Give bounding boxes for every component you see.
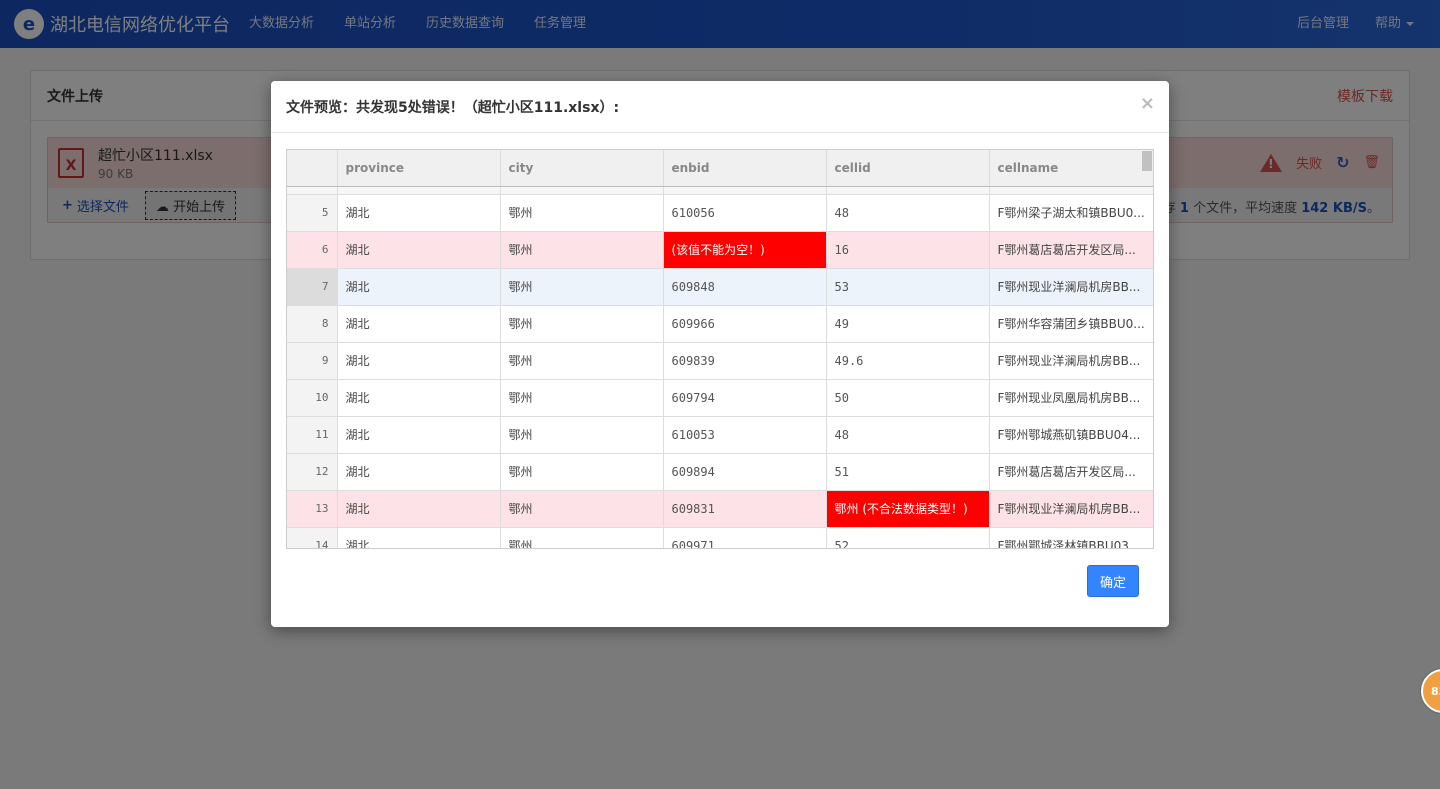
row-index: 13 — [287, 490, 338, 528]
cell-province[interactable]: 湖北 — [337, 268, 501, 306]
cell-province[interactable]: 湖北 — [337, 379, 501, 417]
cell-cellname[interactable]: F鄂州梁子湖太和镇BBU0... — [989, 194, 1153, 232]
row-index: 10 — [287, 379, 338, 417]
cell-enbid[interactable]: 609794 — [663, 379, 827, 417]
col-header-enbid[interactable]: enbid — [663, 150, 827, 187]
cell-province[interactable]: 湖北 — [337, 416, 501, 454]
cell-cellid[interactable]: 53 — [826, 268, 990, 306]
cell-enbid[interactable]: 609848 — [663, 268, 827, 306]
col-header-cellid[interactable]: cellid — [826, 150, 990, 187]
file-preview-modal: 文件预览：共发现5处错误！（超忙小区111.xlsx）: × province … — [271, 81, 1169, 627]
cell-cellid[interactable]: 48 — [826, 416, 990, 454]
table-row-selected[interactable]: 7 湖北 鄂州 609848 53 F鄂州现业洋澜局机房BB... — [287, 268, 1153, 306]
cell-city[interactable]: 鄂州 — [500, 268, 664, 306]
cell-cellname[interactable]: F鄂州鄂城泽林镇BBU03... — [989, 527, 1153, 548]
cell-cellid[interactable]: 49.6 — [826, 342, 990, 380]
row-index: 5 — [287, 194, 338, 232]
confirm-button[interactable]: 确定 — [1087, 565, 1139, 597]
cell-cellname[interactable]: F鄂州葛店葛店开发区局... — [989, 231, 1153, 269]
cell-enbid[interactable]: 610053 — [663, 416, 827, 454]
table-header-row: province city enbid cellid cellname — [287, 150, 1153, 187]
row-index: 7 — [287, 268, 338, 306]
cell-city[interactable]: 鄂州 — [500, 453, 664, 491]
cell-province[interactable]: 湖北 — [337, 194, 501, 232]
cell-enbid[interactable]: 609831 — [663, 490, 827, 528]
cell-cellname[interactable]: F鄂州现业凤凰局机房BB... — [989, 379, 1153, 417]
table-row[interactable]: 8 湖北 鄂州 609966 49 F鄂州华容蒲团乡镇BBU0... — [287, 305, 1153, 343]
cell-enbid[interactable]: 610056 — [663, 194, 827, 232]
col-header-province[interactable]: province — [337, 150, 501, 187]
cell-enbid[interactable]: 609894 — [663, 453, 827, 491]
cell-cellname[interactable]: F鄂州现业洋澜局机房BB... — [989, 268, 1153, 306]
cell-cellname[interactable]: F鄂州鄂城燕矶镇BBU04... — [989, 416, 1153, 454]
table-row[interactable]: 9 湖北 鄂州 609839 49.6 F鄂州现业洋澜局机房BB... — [287, 342, 1153, 380]
table-row-error[interactable]: 13 湖北 鄂州 609831 鄂州 (不合法数据类型！) F鄂州现业洋澜局机房… — [287, 490, 1153, 528]
cell-city[interactable]: 鄂州 — [500, 490, 664, 528]
cell-province[interactable]: 湖北 — [337, 305, 501, 343]
row-index: 14 — [287, 527, 338, 548]
cell-city[interactable]: 鄂州 — [500, 194, 664, 232]
cell-province[interactable]: 湖北 — [337, 342, 501, 380]
cell-province[interactable]: 湖北 — [337, 231, 501, 269]
close-icon[interactable]: × — [1140, 93, 1155, 114]
cell-cellid[interactable]: 48 — [826, 194, 990, 232]
preview-table: province city enbid cellid cellname 5 湖北… — [287, 150, 1153, 548]
table-row[interactable]: 14 湖北 鄂州 609971 52 F鄂州鄂城泽林镇BBU03... — [287, 527, 1153, 548]
cell-city[interactable]: 鄂州 — [500, 342, 664, 380]
row-index: 8 — [287, 305, 338, 343]
cell-cellid[interactable]: 49 — [826, 305, 990, 343]
cell-cellname[interactable]: F鄂州葛店葛店开发区局... — [989, 453, 1153, 491]
row-index: 11 — [287, 416, 338, 454]
cell-city[interactable]: 鄂州 — [500, 379, 664, 417]
col-header-city[interactable]: city — [500, 150, 664, 187]
table-row[interactable]: 12 湖北 鄂州 609894 51 F鄂州葛店葛店开发区局... — [287, 453, 1153, 491]
row-index: 12 — [287, 453, 338, 491]
cell-cellid[interactable]: 50 — [826, 379, 990, 417]
cell-city[interactable]: 鄂州 — [500, 231, 664, 269]
cell-province[interactable]: 湖北 — [337, 453, 501, 491]
cell-enbid[interactable]: 609971 — [663, 527, 827, 548]
cell-enbid-error[interactable]: (该值不能为空！) — [663, 231, 827, 269]
scrollbar-thumb[interactable] — [1142, 151, 1152, 171]
cell-cellid[interactable]: 52 — [826, 527, 990, 548]
cell-cellname[interactable]: F鄂州华容蒲团乡镇BBU0... — [989, 305, 1153, 343]
cell-enbid[interactable]: 609839 — [663, 342, 827, 380]
cell-city[interactable]: 鄂州 — [500, 305, 664, 343]
col-header-index — [287, 150, 338, 187]
cell-cellname[interactable]: F鄂州现业洋澜局机房BB... — [989, 342, 1153, 380]
cell-city[interactable]: 鄂州 — [500, 416, 664, 454]
cell-province[interactable]: 湖北 — [337, 527, 501, 548]
table-row[interactable]: 10 湖北 鄂州 609794 50 F鄂州现业凤凰局机房BB... — [287, 379, 1153, 417]
table-row[interactable]: 5 湖北 鄂州 610056 48 F鄂州梁子湖太和镇BBU0... — [287, 194, 1153, 232]
col-header-cellname[interactable]: cellname — [989, 150, 1153, 187]
preview-table-container[interactable]: province city enbid cellid cellname 5 湖北… — [286, 149, 1154, 549]
cell-enbid[interactable]: 609966 — [663, 305, 827, 343]
modal-title: 文件预览：共发现5处错误！（超忙小区111.xlsx）: — [286, 99, 620, 116]
table-row-partial — [287, 186, 1153, 195]
cell-cellid[interactable]: 16 — [826, 231, 990, 269]
modal-header: 文件预览：共发现5处错误！（超忙小区111.xlsx）: × — [271, 81, 1169, 133]
table-row[interactable]: 11 湖北 鄂州 610053 48 F鄂州鄂城燕矶镇BBU04... — [287, 416, 1153, 454]
row-index: 6 — [287, 231, 338, 269]
cell-city[interactable]: 鄂州 — [500, 527, 664, 548]
cell-cellname[interactable]: F鄂州现业洋澜局机房BB... — [989, 490, 1153, 528]
row-index: 9 — [287, 342, 338, 380]
table-row-error[interactable]: 6 湖北 鄂州 (该值不能为空！) 16 F鄂州葛店葛店开发区局... — [287, 231, 1153, 269]
cell-cellid-error[interactable]: 鄂州 (不合法数据类型！) — [826, 490, 990, 528]
cell-cellid[interactable]: 51 — [826, 453, 990, 491]
cell-province[interactable]: 湖北 — [337, 490, 501, 528]
